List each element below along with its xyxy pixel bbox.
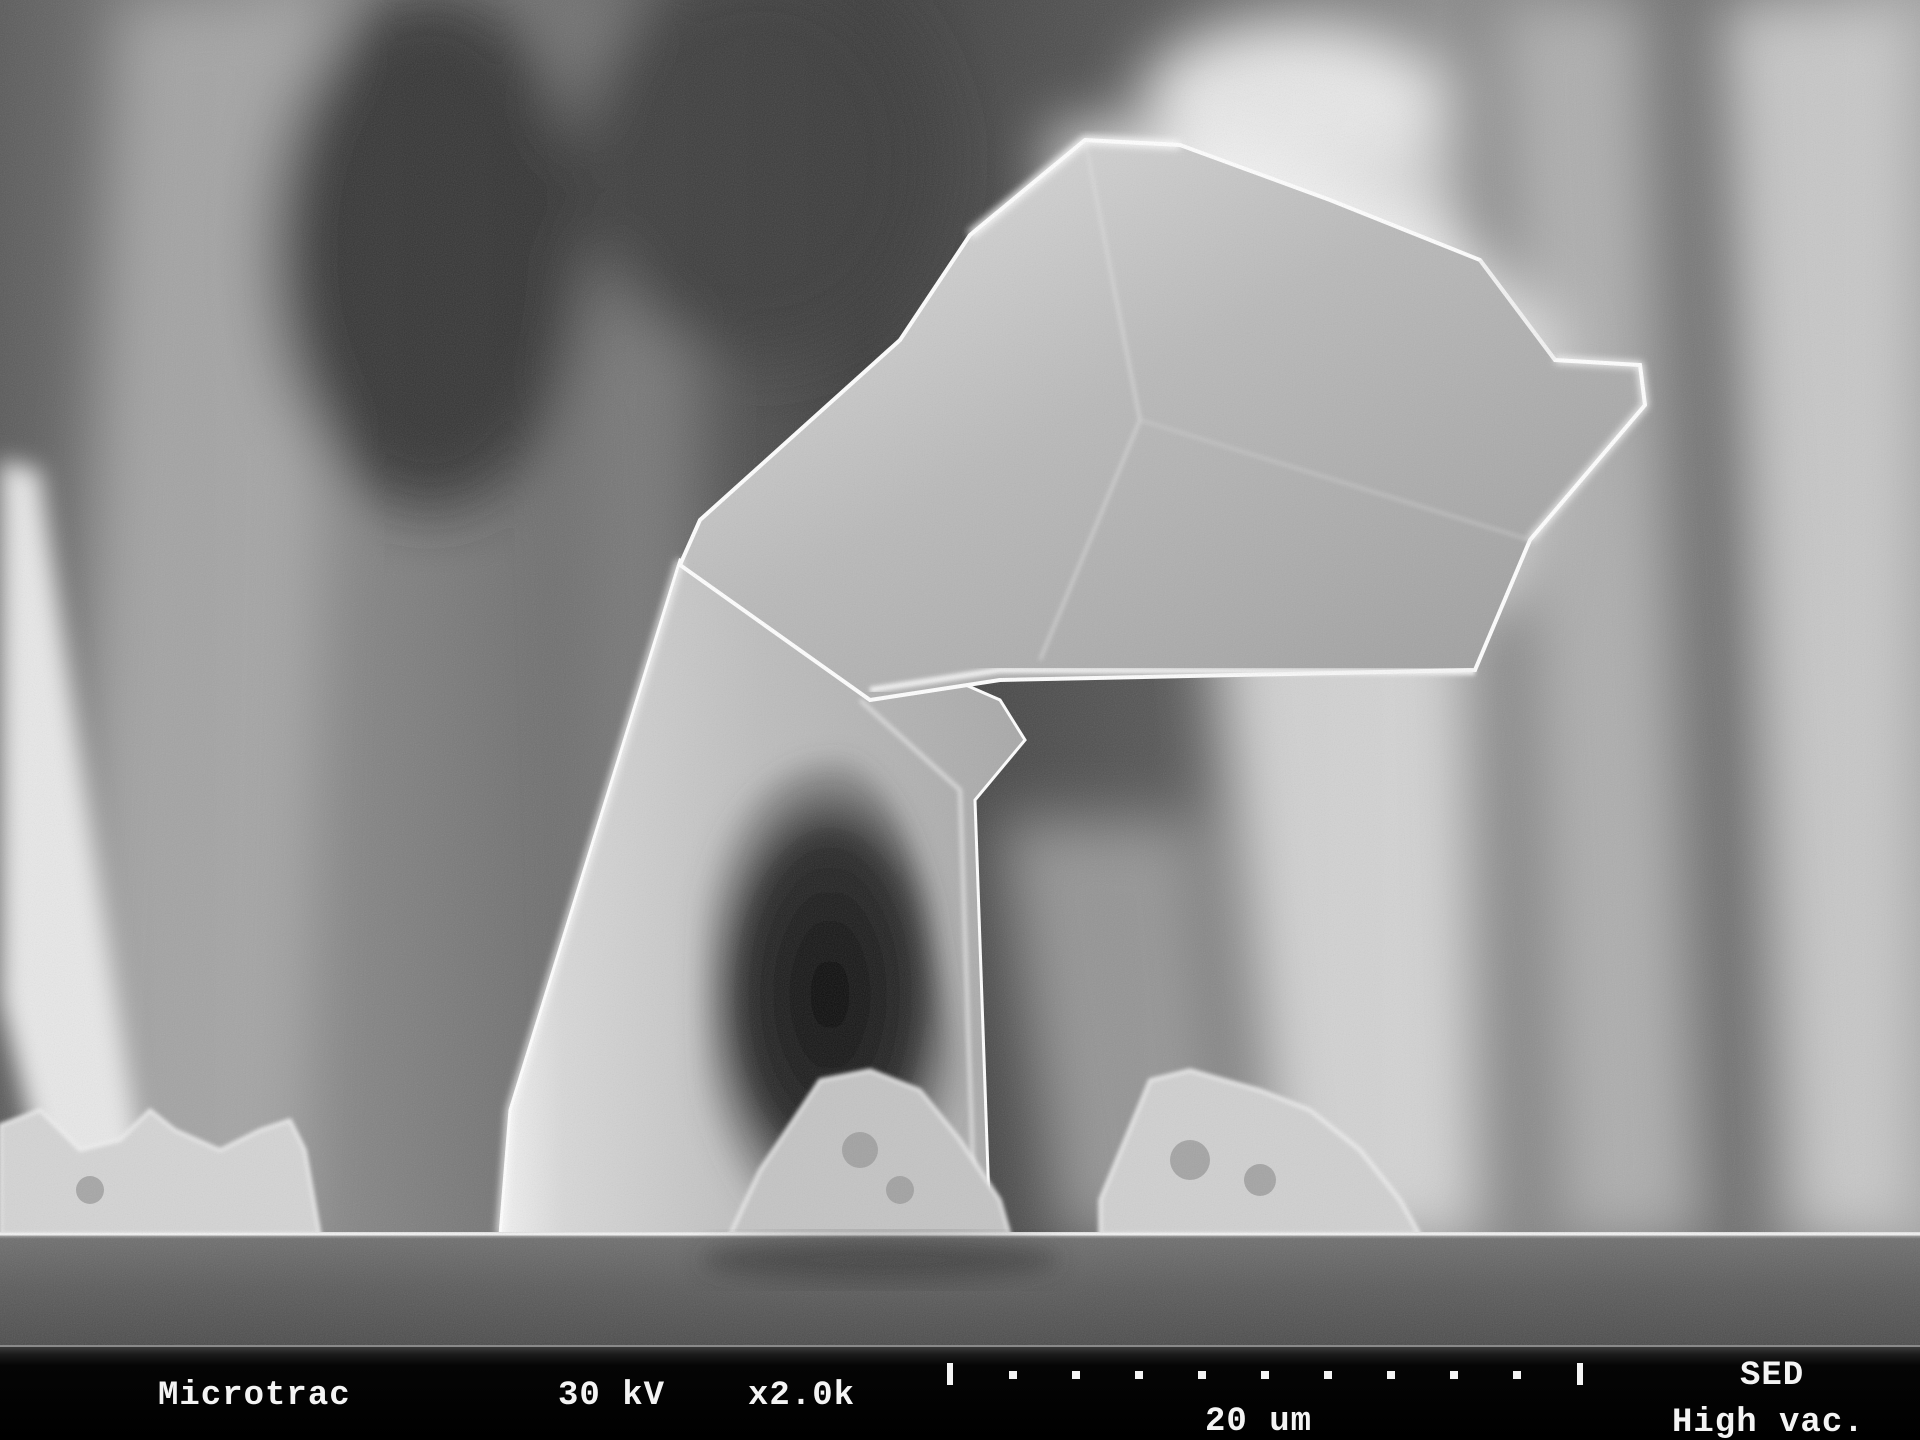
vacuum-mode: High vac. [1672, 1404, 1865, 1440]
scale-bar-tick [1387, 1371, 1395, 1379]
scale-bar-end-tick [1577, 1363, 1583, 1385]
scale-bar-end-tick [947, 1363, 953, 1385]
detector-mode: SED [1740, 1357, 1805, 1395]
sem-info-bar: Microtrac 30 kV x2.0k 20 um SED High vac… [0, 1345, 1920, 1440]
scale-bar-tick [1009, 1371, 1017, 1379]
sem-micrograph [0, 0, 1920, 1345]
scale-bar [947, 1363, 1583, 1385]
scale-bar-tick [1261, 1371, 1269, 1379]
scale-bar-tick [1450, 1371, 1458, 1379]
scale-bar-tick [1135, 1371, 1143, 1379]
sem-viewport: Microtrac 30 kV x2.0k 20 um SED High vac… [0, 0, 1920, 1440]
magnification: x2.0k [748, 1377, 856, 1415]
scale-bar-tick [1198, 1371, 1206, 1379]
scale-bar-tick [1324, 1371, 1332, 1379]
scale-label: 20 um [1205, 1403, 1313, 1440]
scale-bar-tick [1072, 1371, 1080, 1379]
instrument-brand: Microtrac [158, 1377, 351, 1415]
accelerating-voltage: 30 kV [558, 1377, 666, 1415]
scale-bar-tick [1513, 1371, 1521, 1379]
